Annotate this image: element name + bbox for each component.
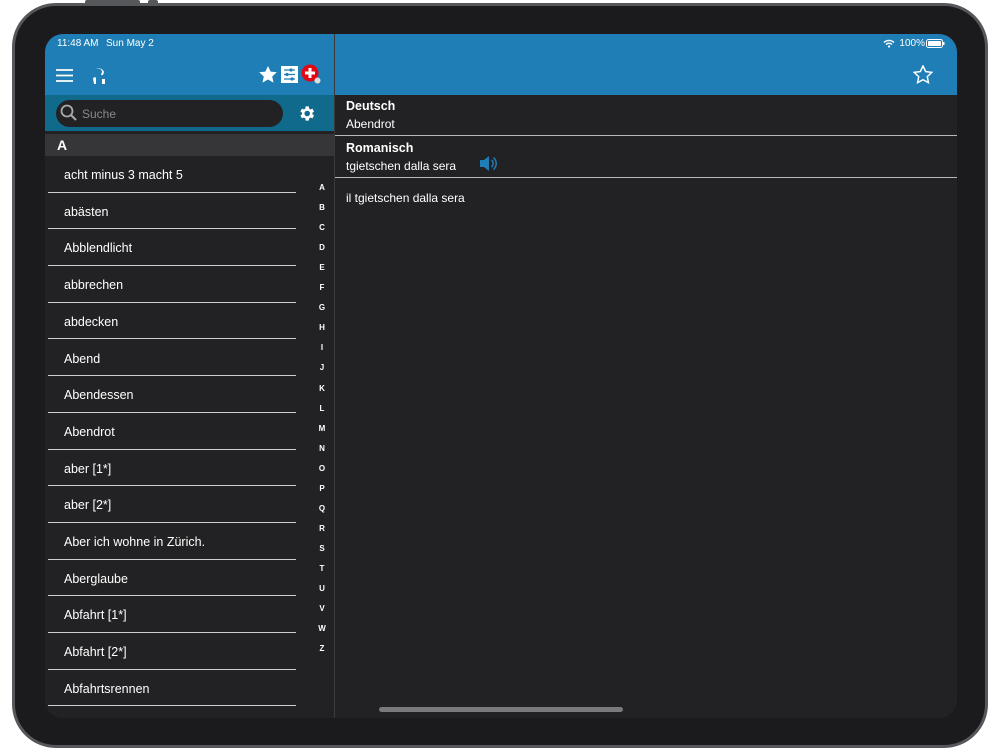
search-input[interactable]: Suche [56,100,283,127]
index-letter[interactable]: C [315,223,329,232]
battery-icon [926,39,945,48]
wifi-icon [883,39,895,48]
index-letter[interactable]: S [315,544,329,553]
favorites-star-icon[interactable] [259,66,277,83]
index-letter[interactable]: O [315,464,329,473]
word-list-panel: Suche A acht minus 3 macht 5 abästen Abble… [45,95,334,718]
power-button [148,0,158,4]
index-letter[interactable]: M [315,424,329,433]
index-letter[interactable]: Z [315,644,329,653]
index-letter[interactable]: U [315,584,329,593]
list-item[interactable]: Aberglaube [48,560,296,597]
index-letter[interactable]: T [315,564,329,573]
index-letter[interactable]: H [315,323,329,332]
menu-icon[interactable] [56,69,73,82]
list-item[interactable]: Abendessen [48,376,296,413]
language-label-german: Deutsch [346,99,396,113]
home-indicator[interactable] [379,707,623,712]
language-label-romansh: Romanisch [346,141,414,155]
list-item[interactable]: Abfahrt [2*] [48,633,296,670]
list-item[interactable]: Abfahrtsrennen [48,670,296,707]
list-item[interactable]: abästen [48,193,296,230]
settings-list-icon[interactable] [281,66,298,83]
ibex-logo-icon[interactable] [90,65,108,85]
speaker-icon[interactable] [479,155,497,172]
status-time: 11:48 AM [57,38,99,49]
status-date: Sun May 2 [106,38,154,49]
section-header: A [45,134,334,156]
list-item[interactable]: Abendrot [48,413,296,450]
index-letter[interactable]: E [315,263,329,272]
detail-panel: Deutsch Abendrot Romanisch tgietschen da… [335,95,957,718]
list-item[interactable]: aber [1*] [48,450,296,487]
index-letter[interactable]: I [315,343,329,352]
index-letter[interactable]: P [315,484,329,493]
separator [335,135,957,136]
bookmark-star-icon[interactable] [913,65,933,84]
index-letter[interactable]: G [315,303,329,312]
separator [335,177,957,178]
nav-bar: 11:48 AM Sun May 2 100% [45,34,957,95]
list-item[interactable]: acht minus 3 macht 5 [48,156,296,193]
index-letter[interactable]: V [315,604,329,613]
index-letter[interactable]: W [315,624,329,633]
index-letter[interactable]: A [315,183,329,192]
german-word: Abendrot [346,117,395,131]
index-letter[interactable]: D [315,243,329,252]
list-item[interactable]: Aber ich wohne in Zürich. [48,523,296,560]
volume-button [85,0,140,4]
index-letter[interactable]: R [315,524,329,533]
index-letter[interactable]: B [315,203,329,212]
index-letter[interactable]: K [315,384,329,393]
status-battery: 100% [899,38,925,49]
index-letter[interactable]: L [315,404,329,413]
list-item[interactable]: abdecken [48,303,296,340]
list-item[interactable]: aber [2*] [48,486,296,523]
swiss-flag-icon[interactable] [301,64,322,85]
gear-icon[interactable] [297,104,316,123]
list-item[interactable]: Abblendlicht [48,229,296,267]
index-letter[interactable]: N [315,444,329,453]
index-letter[interactable]: J [315,363,329,372]
example-sentence: il tgietschen dalla sera [346,191,465,205]
list-item[interactable]: Abend [48,340,296,377]
index-letter[interactable]: Q [315,504,329,513]
screen: 11:48 AM Sun May 2 100% Suche A acht min… [45,34,957,718]
list-item[interactable]: abbrechen [48,266,296,303]
search-bar: Suche [45,95,334,131]
index-letter[interactable]: F [315,283,329,292]
search-icon [60,104,77,121]
romansh-word: tgietschen dalla sera [346,159,457,173]
list-item[interactable]: Abfahrt [1*] [48,596,296,634]
